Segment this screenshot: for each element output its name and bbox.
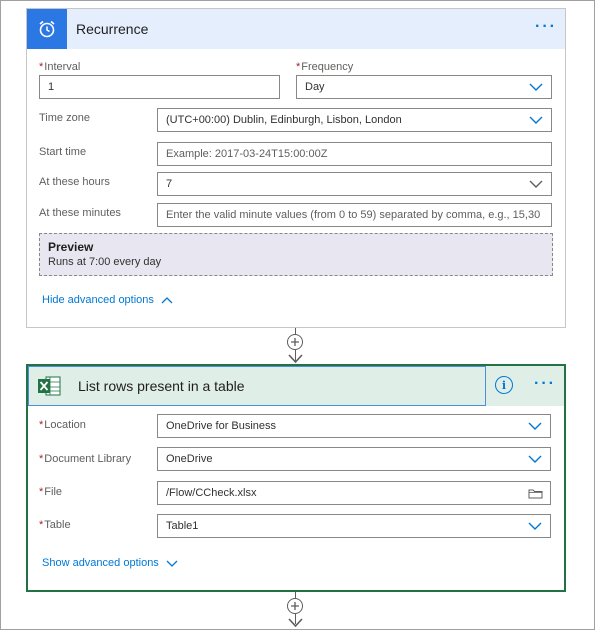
alarm-clock-icon (27, 9, 67, 49)
folder-icon[interactable] (520, 488, 550, 499)
chevron-down-icon[interactable] (520, 522, 550, 530)
chevron-down-icon (166, 560, 178, 567)
interval-label-text: Interval (44, 61, 81, 73)
minutes-label: At these minutes (39, 207, 121, 219)
required-marker: * (39, 519, 44, 531)
show-advanced-options-link[interactable]: Show advanced options (42, 557, 178, 569)
excel-icon (29, 367, 69, 405)
plus-icon (291, 602, 299, 610)
file-label-text: File (44, 486, 63, 498)
file-value: /Flow/CCheck.xlsx (166, 487, 257, 499)
file-label: *File (39, 486, 62, 498)
chevron-up-icon (161, 296, 173, 303)
frequency-label-text: Frequency (301, 61, 354, 73)
location-dropdown[interactable]: OneDrive for Business (157, 414, 551, 438)
interval-value: 1 (48, 81, 55, 93)
document-library-dropdown[interactable]: OneDrive (157, 447, 551, 471)
hours-label: At these hours (39, 176, 110, 188)
table-dropdown[interactable]: Table1 (157, 514, 551, 538)
frequency-dropdown[interactable]: Day (296, 75, 552, 99)
minutes-input[interactable]: Enter the valid minute values (from 0 to… (157, 203, 552, 227)
info-button[interactable]: i (495, 376, 513, 394)
recurrence-more-button[interactable]: ··· (535, 18, 557, 36)
hide-advanced-options-label: Hide advanced options (42, 294, 154, 306)
show-advanced-options-label: Show advanced options (42, 557, 159, 569)
list-rows-card: List rows present in a table i ··· *Loca… (26, 364, 566, 592)
chevron-down-icon[interactable] (521, 83, 551, 91)
arrow-down-icon (288, 618, 303, 627)
document-library-label-text: Document Library (44, 453, 132, 465)
required-marker: * (39, 453, 44, 465)
timezone-value: (UTC+00:00) Dublin, Edinburgh, Lisbon, L… (166, 114, 402, 126)
preview-title: Preview (48, 240, 94, 254)
preview-text: Runs at 7:00 every day (48, 256, 162, 268)
interval-input[interactable]: 1 (39, 75, 280, 99)
table-value: Table1 (166, 520, 199, 532)
table-label: *Table (39, 519, 71, 531)
frequency-value: Day (305, 81, 325, 93)
location-label: *Location (39, 419, 86, 431)
plus-icon (291, 338, 299, 346)
chevron-down-icon[interactable] (520, 455, 550, 463)
start-time-placeholder: Example: 2017-03-24T15:00:00Z (166, 148, 328, 160)
chevron-down-icon[interactable] (520, 422, 550, 430)
document-library-label: *Document Library (39, 453, 131, 465)
arrow-down-icon (288, 354, 303, 363)
recurrence-card: Recurrence ··· *Interval 1 *Frequency Da… (26, 8, 566, 328)
list-rows-title-box[interactable]: List rows present in a table (28, 366, 486, 406)
interval-label: *Interval (39, 61, 80, 73)
start-time-label: Start time (39, 146, 87, 158)
required-marker: * (296, 61, 301, 73)
list-rows-header: List rows present in a table i ··· (28, 366, 564, 406)
timezone-label: Time zone (39, 112, 90, 124)
required-marker: * (39, 486, 44, 498)
preview-box: Preview Runs at 7:00 every day (39, 233, 553, 276)
list-rows-title: List rows present in a table (78, 378, 245, 394)
document-library-value: OneDrive (166, 453, 213, 465)
insert-step-button[interactable] (287, 334, 303, 350)
location-label-text: Location (44, 419, 86, 431)
timezone-dropdown[interactable]: (UTC+00:00) Dublin, Edinburgh, Lisbon, L… (157, 108, 552, 132)
hide-advanced-options-link[interactable]: Hide advanced options (42, 294, 173, 306)
hours-dropdown[interactable]: 7 (157, 172, 552, 196)
minutes-placeholder: Enter the valid minute values (from 0 to… (166, 209, 541, 221)
required-marker: * (39, 419, 44, 431)
location-value: OneDrive for Business (166, 420, 277, 432)
insert-step-button[interactable] (287, 598, 303, 614)
recurrence-title: Recurrence (76, 21, 149, 37)
frequency-label: *Frequency (296, 61, 353, 73)
required-marker: * (39, 61, 44, 73)
file-input[interactable]: /Flow/CCheck.xlsx (157, 481, 551, 505)
start-time-input[interactable]: Example: 2017-03-24T15:00:00Z (157, 142, 552, 166)
table-label-text: Table (44, 519, 71, 531)
chevron-down-icon[interactable] (521, 180, 551, 188)
info-icon: i (501, 378, 507, 392)
list-rows-more-button[interactable]: ··· (534, 375, 556, 393)
chevron-down-icon[interactable] (521, 116, 551, 124)
hours-value: 7 (166, 178, 173, 190)
recurrence-header[interactable]: Recurrence ··· (27, 9, 565, 49)
